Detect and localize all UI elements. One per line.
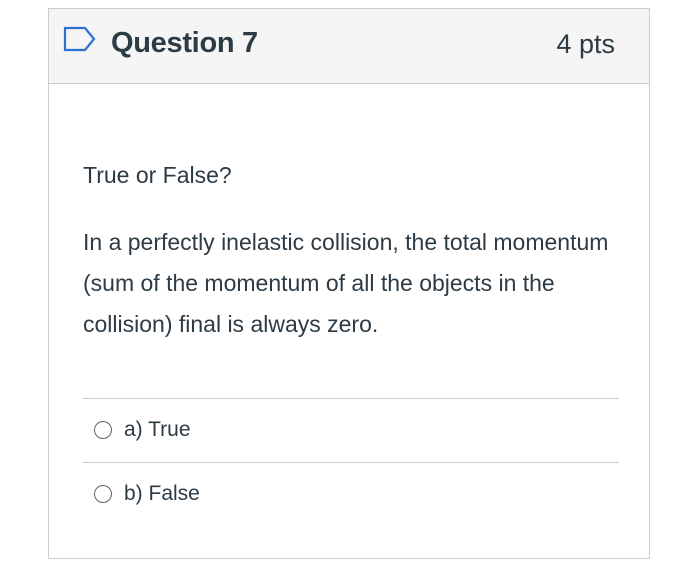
radio-button-icon[interactable] <box>94 421 112 439</box>
flag-icon[interactable] <box>63 26 97 52</box>
question-prompt: True or False? <box>83 162 232 188</box>
answer-list: a) True b) False <box>83 398 619 526</box>
answer-option-false[interactable]: b) False <box>83 462 619 526</box>
answer-option-true[interactable]: a) True <box>83 398 619 462</box>
answer-label[interactable]: b) False <box>124 482 200 506</box>
question-card: Question 7 4 pts True or False? In a per… <box>48 8 650 559</box>
question-title: Question 7 <box>111 27 258 59</box>
question-header: Question 7 4 pts <box>49 9 649 84</box>
question-points: 4 pts <box>556 29 615 59</box>
radio-button-icon[interactable] <box>94 485 112 503</box>
question-text: In a perfectly inelastic collision, the … <box>83 229 609 337</box>
answer-label[interactable]: a) True <box>124 418 191 442</box>
